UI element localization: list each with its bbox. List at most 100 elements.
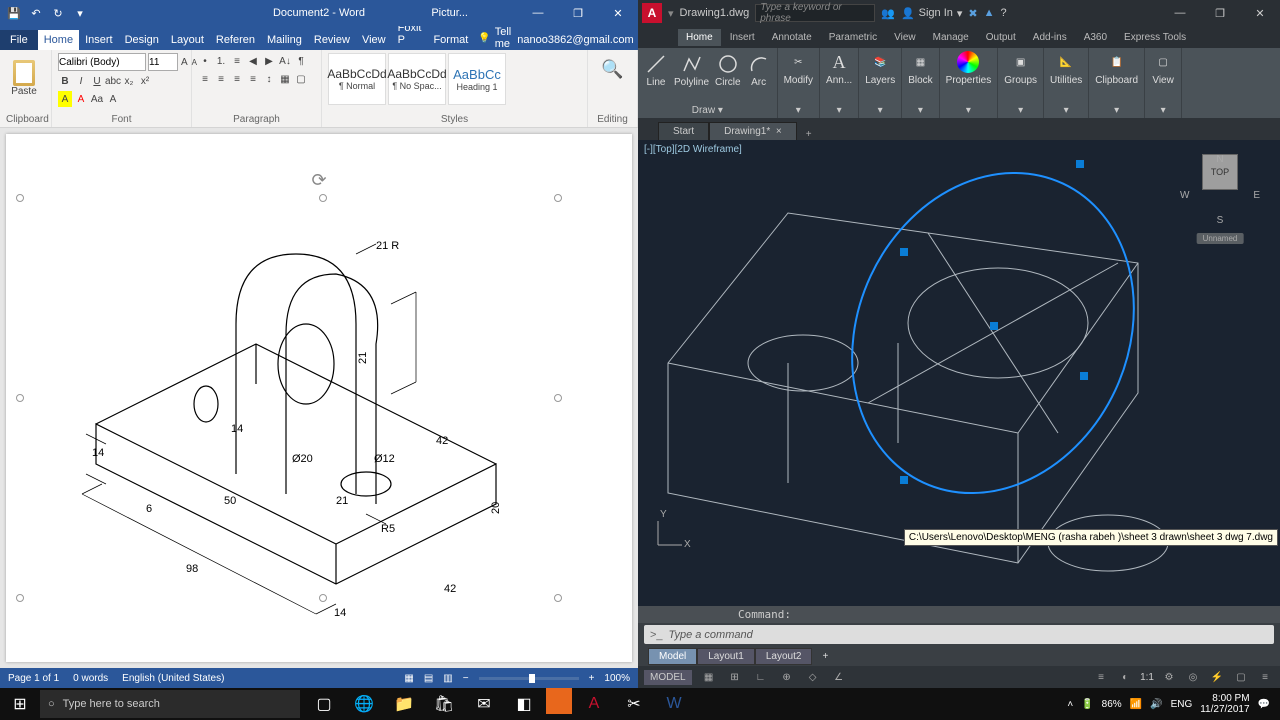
modify-panel[interactable]: ✂Modify▾ xyxy=(778,48,820,118)
app-orange-icon[interactable] xyxy=(546,688,572,714)
acad-minimize-button[interactable]: — xyxy=(1160,0,1200,26)
restore-button[interactable]: ❐ xyxy=(558,0,598,26)
autocad-logo-icon[interactable]: A xyxy=(642,3,662,23)
store-icon[interactable]: 🛍 xyxy=(426,688,462,720)
polar-toggle[interactable]: ⊕ xyxy=(778,668,796,686)
signin-button[interactable]: 👤Sign In▾ xyxy=(901,7,962,20)
change-case-button[interactable]: Aa xyxy=(90,91,104,107)
tab-view[interactable]: View xyxy=(356,30,392,50)
redo-icon[interactable]: ↻ xyxy=(50,5,66,21)
qat-dd-icon[interactable]: ▾ xyxy=(668,7,674,20)
underline-button[interactable]: U xyxy=(90,73,104,89)
help-icon[interactable]: ? xyxy=(1001,7,1007,19)
acad-tab-addins[interactable]: Add-ins xyxy=(1025,29,1075,46)
multilevel-button[interactable]: ≡ xyxy=(230,53,244,69)
tab-home[interactable]: Home xyxy=(38,30,79,50)
acad-tab-home[interactable]: Home xyxy=(678,29,721,46)
tab-review[interactable]: Review xyxy=(308,30,356,50)
start-button[interactable]: ⊞ xyxy=(0,688,40,720)
annotation-panel[interactable]: AAnn...▾ xyxy=(820,48,859,118)
acad-tab-view[interactable]: View xyxy=(886,29,924,46)
shading-button[interactable]: ▦ xyxy=(278,71,292,87)
taskbar-search-input[interactable]: ○Type here to search xyxy=(40,690,300,718)
snap-toggle[interactable]: ⊞ xyxy=(726,668,744,686)
exchange-icon[interactable]: ✖ xyxy=(968,7,977,20)
viewcube[interactable]: N W TOP E S Unnamed xyxy=(1180,154,1260,244)
viewport-label[interactable]: [-][Top][2D Wireframe] xyxy=(644,144,742,155)
acad-tab-manage[interactable]: Manage xyxy=(925,29,977,46)
save-icon[interactable]: 💾 xyxy=(6,5,22,21)
wifi-icon[interactable]: 📶 xyxy=(1130,699,1142,710)
acad-tab-insert[interactable]: Insert xyxy=(722,29,763,46)
grip-icon[interactable] xyxy=(1080,372,1088,380)
osnap-toggle[interactable]: ◇ xyxy=(804,668,822,686)
align-left-button[interactable]: ≡ xyxy=(198,71,212,87)
acad-tab-a360[interactable]: A360 xyxy=(1076,29,1115,46)
close-button[interactable]: ✕ xyxy=(598,0,638,26)
ortho-toggle[interactable]: ∟ xyxy=(752,668,770,686)
zoom-out-button[interactable]: − xyxy=(463,673,469,684)
layout-layout2[interactable]: Layout2 xyxy=(755,648,813,665)
style-heading1[interactable]: AaBbCcHeading 1 xyxy=(448,53,506,105)
properties-panel[interactable]: Properties▾ xyxy=(940,48,999,118)
taskview-icon[interactable]: ▢ xyxy=(306,688,342,720)
layout-model[interactable]: Model xyxy=(648,648,697,665)
layout-layout1[interactable]: Layout1 xyxy=(697,648,755,665)
viewcube-ucs[interactable]: Unnamed xyxy=(1197,233,1244,244)
view-read-icon[interactable]: ▤ xyxy=(424,673,433,684)
align-right-button[interactable]: ≡ xyxy=(230,71,244,87)
view-print-icon[interactable]: ▦ xyxy=(404,673,413,684)
notifications-icon[interactable]: 💬 xyxy=(1258,699,1270,710)
block-panel[interactable]: ▦Block▾ xyxy=(902,48,939,118)
tellme-field[interactable]: Tell me xyxy=(478,26,511,50)
acad-viewport[interactable]: [-][Top][2D Wireframe] N W xyxy=(638,140,1280,606)
app-icon[interactable]: ◧ xyxy=(506,688,542,720)
find-button[interactable]: 🔍 xyxy=(594,53,631,80)
track-toggle[interactable]: ∠ xyxy=(830,668,848,686)
view-panel[interactable]: ▢View▾ xyxy=(1145,48,1182,118)
utilities-panel[interactable]: 📐Utilities▾ xyxy=(1044,48,1089,118)
numbering-button[interactable]: 1. xyxy=(214,53,228,69)
grip-icon[interactable] xyxy=(900,248,908,256)
decrease-indent-button[interactable]: ◀ xyxy=(246,53,260,69)
increase-indent-button[interactable]: ▶ xyxy=(262,53,276,69)
minimize-button[interactable]: — xyxy=(518,0,558,26)
doctab-drawing1[interactable]: Drawing1* × xyxy=(709,122,797,140)
battery-icon[interactable]: 🔋 xyxy=(1081,699,1093,710)
clipboard-panel[interactable]: 📋Clipboard▾ xyxy=(1089,48,1145,118)
acad-restore-button[interactable]: ❐ xyxy=(1200,0,1240,26)
hardware-accel-icon[interactable]: ⚡ xyxy=(1208,668,1226,686)
borders-button[interactable]: ▢ xyxy=(294,71,308,87)
undo-icon[interactable]: ↶ xyxy=(28,5,44,21)
scale-button[interactable]: 1:1 xyxy=(1140,672,1154,683)
tray-chevron-icon[interactable]: ˄ xyxy=(1067,699,1073,710)
explorer-icon[interactable]: 📁 xyxy=(386,688,422,720)
clock[interactable]: 8:00 PM11/27/2017 xyxy=(1200,693,1249,715)
tab-file[interactable]: File xyxy=(0,30,38,50)
font-color-button[interactable]: A xyxy=(74,91,88,107)
subscript-button[interactable]: x₂ xyxy=(122,73,136,89)
picture-tools-tab[interactable]: Pictur... xyxy=(431,7,468,19)
word-count[interactable]: 0 words xyxy=(73,673,108,684)
lineweight-toggle[interactable]: ≡ xyxy=(1092,668,1110,686)
sort-button[interactable]: A↓ xyxy=(278,53,292,69)
new-doctab-button[interactable]: + xyxy=(797,129,821,140)
bold-button[interactable]: B xyxy=(58,73,72,89)
paste-button[interactable]: Paste xyxy=(6,53,42,103)
grip-icon[interactable] xyxy=(1076,160,1084,168)
zoom-in-button[interactable]: + xyxy=(589,673,595,684)
acad-tab-output[interactable]: Output xyxy=(978,29,1024,46)
clean-screen-button[interactable]: ▢ xyxy=(1232,668,1250,686)
transparency-toggle[interactable]: ◐ xyxy=(1116,668,1134,686)
a360-icon[interactable]: ▲ xyxy=(984,7,995,19)
clear-format-button[interactable]: A xyxy=(106,91,120,107)
tab-design[interactable]: Design xyxy=(119,30,165,50)
tab-mailings[interactable]: Mailing xyxy=(261,30,308,50)
volume-icon[interactable]: 🔊 xyxy=(1150,699,1162,710)
view-web-icon[interactable]: ▥ xyxy=(443,673,452,684)
tab-insert[interactable]: Insert xyxy=(79,30,119,50)
modelspace-button[interactable]: MODEL xyxy=(644,670,692,685)
grid-toggle[interactable]: ▦ xyxy=(700,668,718,686)
command-input[interactable]: Type a command xyxy=(644,625,1274,644)
keyword-search-input[interactable]: Type a keyword or phrase xyxy=(755,4,875,22)
